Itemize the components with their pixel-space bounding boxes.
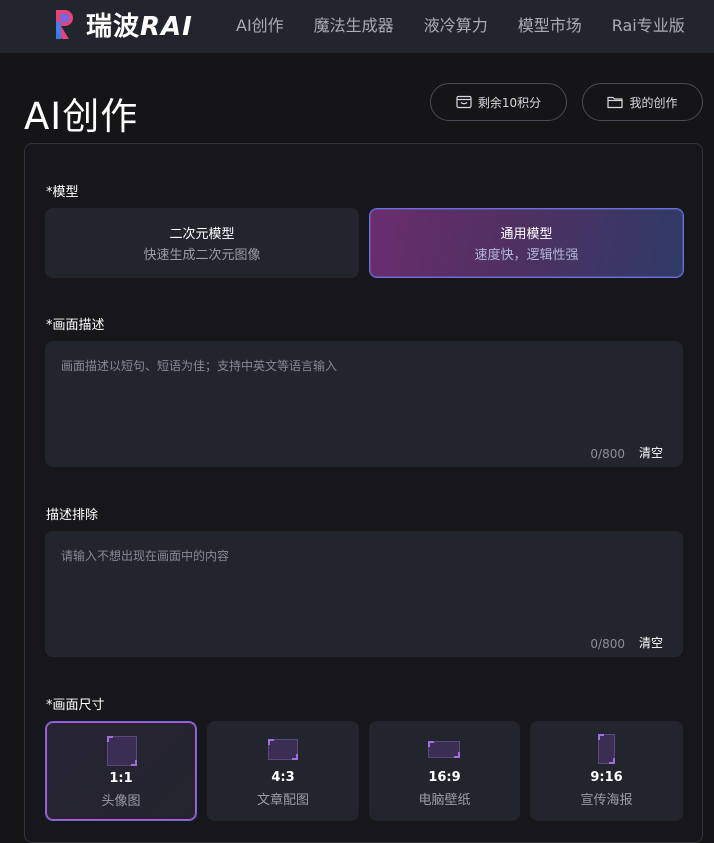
model-label: *模型 — [46, 185, 79, 200]
folder-icon — [607, 96, 624, 109]
page-title: AI创作 — [24, 95, 139, 138]
prompt-char-counter: 0/800 — [590, 447, 625, 461]
model-option-anime[interactable]: 二次元模型 快速生成二次元图像 — [45, 208, 359, 278]
square-ratio-icon — [107, 736, 137, 766]
prompt-box: 0/800 清空 — [45, 341, 683, 467]
size-option-4-3[interactable]: 4:3 文章配图 — [207, 721, 359, 821]
widescreen-ratio-icon — [428, 741, 460, 758]
negative-prompt-input[interactable] — [45, 531, 683, 631]
brand-logo[interactable]: 瑞波RAI — [54, 7, 193, 42]
negative-char-counter: 0/800 — [590, 637, 625, 651]
landscape-ratio-icon — [268, 739, 298, 760]
points-label: 剩余10积分 — [477, 95, 542, 110]
nav-menu: AI创作 魔法生成器 液冷算力 模型市场 Rai专业版 — [236, 0, 685, 47]
size-label: *画面尺寸 — [46, 698, 105, 713]
brand-name: 瑞波RAI — [86, 11, 193, 42]
prompt-label: *画面描述 — [46, 318, 105, 333]
portrait-ratio-icon — [598, 734, 615, 764]
model-title: 二次元模型 — [169, 227, 235, 242]
model-subtitle: 速度快，逻辑性强 — [474, 248, 579, 263]
negative-clear-button[interactable]: 清空 — [639, 634, 663, 651]
nav-item-model-market[interactable]: 模型市场 — [518, 12, 582, 36]
size-option-1-1[interactable]: 1:1 头像图 — [45, 721, 197, 821]
size-name: 电脑壁纸 — [418, 793, 471, 808]
wallet-icon — [456, 95, 472, 109]
nav-item-rai-pro[interactable]: Rai专业版 — [612, 12, 685, 36]
size-name: 宣传海报 — [580, 793, 633, 808]
model-option-general[interactable]: 通用模型 速度快，逻辑性强 — [369, 208, 684, 278]
nav-item-ai-create[interactable]: AI创作 — [236, 12, 284, 36]
logo-mark-icon — [56, 9, 73, 39]
prompt-input[interactable] — [45, 341, 683, 441]
nav-item-magic-generator[interactable]: 魔法生成器 — [314, 12, 394, 36]
size-name: 文章配图 — [256, 793, 309, 808]
top-nav: 瑞波RAI AI创作 魔法生成器 液冷算力 模型市场 Rai专业版 — [0, 0, 714, 53]
size-name: 头像图 — [101, 794, 141, 809]
prompt-clear-button[interactable]: 清空 — [639, 444, 663, 461]
model-title: 通用模型 — [500, 227, 553, 242]
my-works-label: 我的创作 — [629, 95, 678, 110]
size-ratio: 1:1 — [109, 771, 133, 786]
points-button[interactable]: 剩余10积分 — [430, 83, 567, 121]
create-form-panel: *模型 二次元模型 快速生成二次元图像 通用模型 速度快，逻辑性强 *画面描述 … — [24, 143, 703, 843]
negative-label: 描述排除 — [46, 508, 99, 523]
size-ratio: 4:3 — [271, 770, 295, 785]
size-option-9-16[interactable]: 9:16 宣传海报 — [530, 721, 683, 821]
size-ratio: 9:16 — [590, 770, 623, 785]
size-option-16-9[interactable]: 16:9 电脑壁纸 — [369, 721, 520, 821]
model-subtitle: 快速生成二次元图像 — [143, 248, 261, 263]
size-ratio: 16:9 — [428, 770, 461, 785]
nav-item-liquid-compute[interactable]: 液冷算力 — [424, 12, 488, 36]
my-works-button[interactable]: 我的创作 — [582, 83, 703, 121]
negative-box: 0/800 清空 — [45, 531, 683, 657]
